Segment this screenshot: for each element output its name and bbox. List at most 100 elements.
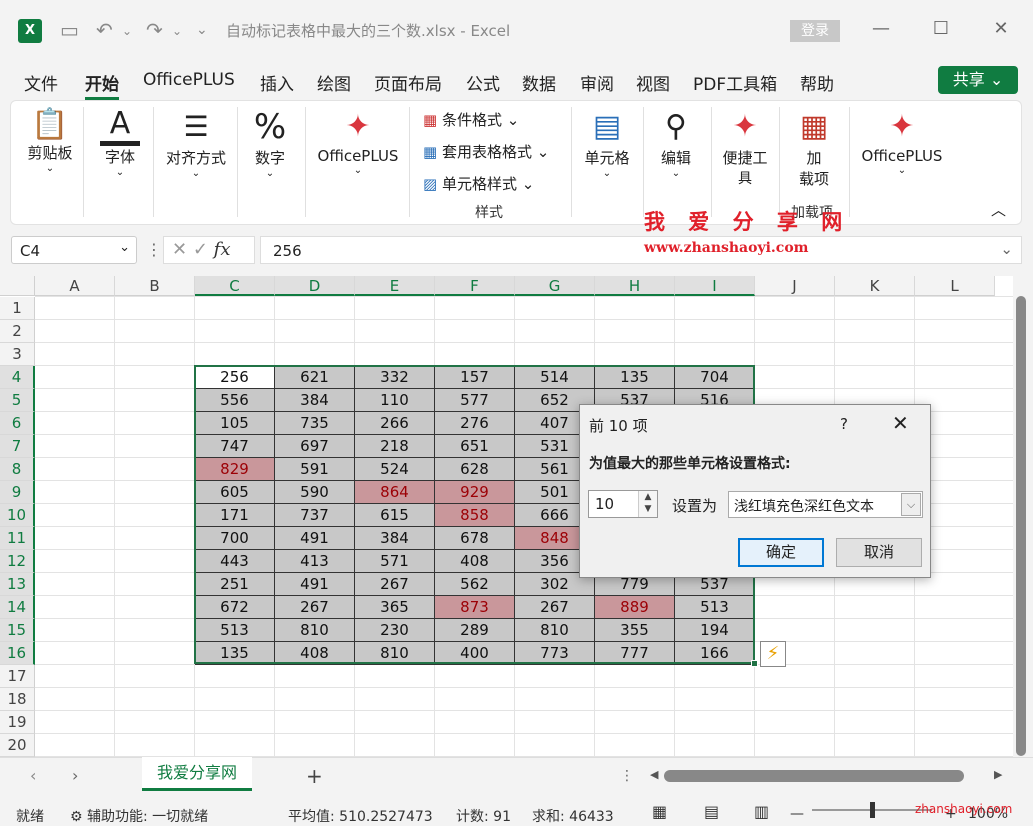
menu-data[interactable]: 数据 (522, 70, 556, 95)
select-all-button[interactable] (0, 276, 35, 296)
quick-tools-button[interactable]: ✦ 便捷工 具 (717, 107, 773, 188)
officeplus2-button[interactable]: ✦ OfficePLUS ⌄ (857, 107, 947, 176)
redo-icon[interactable]: ↷ (146, 18, 163, 42)
more-tabs-icon[interactable]: ⋮ (620, 768, 634, 784)
next-sheet-icon[interactable]: › (72, 766, 78, 785)
zoom-out-icon[interactable]: — (790, 806, 804, 822)
menu-insert[interactable]: 插入 (260, 70, 294, 95)
count-spinner[interactable]: ▲ ▼ (638, 491, 657, 517)
save-icon[interactable]: ▭ (60, 18, 79, 42)
row-header-14[interactable]: 14 (0, 596, 35, 619)
undo-icon[interactable]: ↶ (96, 18, 113, 42)
dialog-close-icon[interactable]: ✕ (892, 411, 909, 435)
align-button[interactable]: ☰ 对齐方式 ⌄ (161, 107, 231, 179)
help-icon[interactable]: ? (840, 415, 848, 433)
scroll-left-icon[interactable]: ◀ (650, 768, 658, 781)
column-header-L[interactable]: L (915, 276, 995, 296)
menu-view[interactable]: 视图 (636, 70, 670, 95)
close-icon[interactable]: ✕ (986, 14, 1016, 44)
row-header-2[interactable]: 2 (0, 320, 35, 343)
share-button[interactable]: 共享 ⌄ (938, 66, 1018, 94)
column-header-J[interactable]: J (755, 276, 835, 296)
menu-help[interactable]: 帮助 (800, 70, 834, 95)
scroll-right-icon[interactable]: ▶ (994, 768, 1002, 781)
menu-officeplus[interactable]: OfficePLUS (143, 70, 235, 90)
column-header-D[interactable]: D (275, 276, 355, 296)
column-header-I[interactable]: I (675, 276, 755, 296)
menu-pdf-tools[interactable]: PDF工具箱 (693, 70, 777, 95)
cancel-icon[interactable]: ✕ (172, 239, 187, 260)
page-break-view-icon[interactable]: ▥ (754, 802, 769, 821)
row-header-18[interactable]: 18 (0, 688, 35, 711)
menu-file[interactable]: 文件 (24, 70, 58, 95)
menu-formulas[interactable]: 公式 (466, 70, 500, 95)
normal-view-icon[interactable]: ▦ (652, 802, 667, 821)
formula-input[interactable]: 256 ⌄ (260, 236, 1022, 264)
spin-up-icon[interactable]: ▲ (639, 491, 657, 503)
more-icon[interactable]: ⋮ (146, 240, 162, 259)
quick-analysis-icon[interactable]: ⚡ (760, 641, 786, 667)
row-header-10[interactable]: 10 (0, 504, 35, 527)
collapse-ribbon-icon[interactable]: ︿ (991, 199, 1006, 220)
add-sheet-icon[interactable]: + (306, 764, 323, 788)
row-header-12[interactable]: 12 (0, 550, 35, 573)
prev-sheet-icon[interactable]: ‹ (30, 766, 36, 785)
row-header-17[interactable]: 17 (0, 665, 35, 688)
menu-page-layout[interactable]: 页面布局 (374, 70, 442, 95)
zoom-slider-thumb[interactable] (870, 802, 875, 818)
maximize-icon[interactable]: ☐ (926, 14, 956, 44)
row-header-7[interactable]: 7 (0, 435, 35, 458)
officeplus-button[interactable]: ✦ OfficePLUS ⌄ (313, 107, 403, 176)
row-header-4[interactable]: 4 (0, 366, 35, 389)
cancel-button[interactable]: 取消 (836, 538, 922, 567)
row-header-20[interactable]: 20 (0, 734, 35, 757)
row-header-13[interactable]: 13 (0, 573, 35, 596)
sheet-tab[interactable]: 我爱分享网 (142, 757, 252, 791)
page-layout-view-icon[interactable]: ▤ (704, 802, 719, 821)
enter-icon[interactable]: ✓ (193, 239, 208, 260)
row-header-8[interactable]: 8 (0, 458, 35, 481)
column-header-C[interactable]: C (195, 276, 275, 296)
accessibility-status[interactable]: ⚙ 辅助功能: 一切就绪 (70, 806, 208, 826)
login-button[interactable]: 登录 (790, 20, 840, 42)
column-header-K[interactable]: K (835, 276, 915, 296)
cell-styles-button[interactable]: ▨ 单元格样式 ⌄ (423, 173, 534, 194)
minimize-icon[interactable]: — (866, 14, 896, 44)
clipboard-button[interactable]: 📋 剪贴板 ⌄ (25, 107, 75, 174)
expand-formula-icon[interactable]: ⌄ (1000, 240, 1013, 258)
column-header-F[interactable]: F (435, 276, 515, 296)
fx-icon[interactable]: fx (214, 239, 231, 260)
vertical-scroll-thumb[interactable] (1016, 296, 1026, 756)
cells-button[interactable]: ▤ 单元格 ⌄ (581, 107, 633, 179)
redo-dropdown-icon[interactable]: ⌄ (172, 24, 182, 38)
row-header-1[interactable]: 1 (0, 297, 35, 320)
menu-draw[interactable]: 绘图 (317, 70, 351, 95)
format-select[interactable]: 浅红填充色深红色文本 (728, 491, 923, 518)
format-as-table-button[interactable]: ▦ 套用表格格式 ⌄ (423, 141, 549, 162)
font-button[interactable]: A 字体 ⌄ (97, 107, 143, 178)
row-header-11[interactable]: 11 (0, 527, 35, 550)
row-header-15[interactable]: 15 (0, 619, 35, 642)
number-button[interactable]: % 数字 ⌄ (247, 107, 293, 179)
row-header-9[interactable]: 9 (0, 481, 35, 504)
addins-button[interactable]: ▦ 加 载项 (789, 107, 839, 189)
column-header-B[interactable]: B (115, 276, 195, 296)
chevron-down-icon[interactable]: ⌵ (901, 493, 921, 516)
horizontal-scroll-thumb[interactable] (664, 770, 964, 782)
spin-down-icon[interactable]: ▼ (639, 503, 657, 515)
column-header-A[interactable]: A (35, 276, 115, 296)
column-header-E[interactable]: E (355, 276, 435, 296)
name-box[interactable]: C4 ⌄ (11, 236, 137, 264)
column-header-H[interactable]: H (595, 276, 675, 296)
row-header-5[interactable]: 5 (0, 389, 35, 412)
row-header-3[interactable]: 3 (0, 343, 35, 366)
edit-button[interactable]: ⚲ 编辑 ⌄ (651, 107, 701, 179)
menu-review[interactable]: 审阅 (580, 70, 614, 95)
row-header-6[interactable]: 6 (0, 412, 35, 435)
undo-dropdown-icon[interactable]: ⌄ (122, 24, 132, 38)
fill-handle[interactable] (751, 660, 758, 667)
column-header-G[interactable]: G (515, 276, 595, 296)
row-header-19[interactable]: 19 (0, 711, 35, 734)
customize-qat-icon[interactable]: ⌄ (196, 22, 208, 38)
conditional-format-button[interactable]: ▦ 条件格式 ⌄ (423, 109, 519, 130)
